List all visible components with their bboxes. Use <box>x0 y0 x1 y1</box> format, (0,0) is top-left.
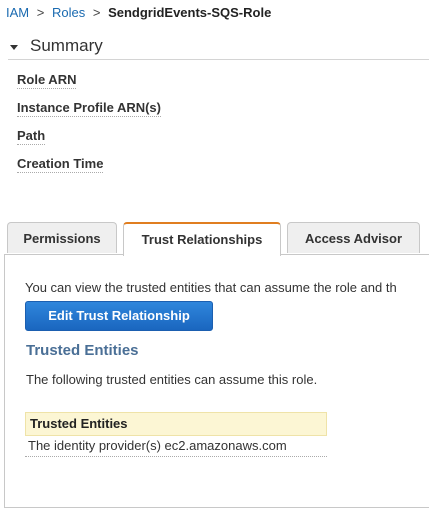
breadcrumb-separator: > <box>92 5 101 20</box>
instance-profile-arn-label: Instance Profile ARN(s) <box>17 100 161 117</box>
breadcrumb-current: SendgridEvents-SQS-Role <box>108 5 272 20</box>
breadcrumb: IAM > Roles > SendgridEvents-SQS-Role <box>6 5 271 20</box>
breadcrumb-link-iam[interactable]: IAM <box>6 5 29 20</box>
breadcrumb-link-roles[interactable]: Roles <box>52 5 85 20</box>
tab-permissions[interactable]: Permissions <box>7 222 117 253</box>
tab-trust-relationships[interactable]: Trust Relationships <box>123 222 281 256</box>
table-header: Trusted Entities <box>25 412 327 436</box>
collapse-triangle-icon <box>10 45 18 50</box>
edit-trust-relationship-button[interactable]: Edit Trust Relationship <box>25 301 213 331</box>
trust-description: You can view the trusted entities that c… <box>25 280 397 295</box>
tab-access-advisor[interactable]: Access Advisor <box>287 222 420 253</box>
summary-title: Summary <box>30 36 103 55</box>
role-arn-label: Role ARN <box>17 72 77 89</box>
summary-section-toggle[interactable]: Summary <box>8 36 429 60</box>
creation-time-label: Creation Time <box>17 156 104 173</box>
table-row: The identity provider(s) ec2.amazonaws.c… <box>25 436 327 457</box>
trusted-entities-table: Trusted Entities The identity provider(s… <box>25 412 327 457</box>
breadcrumb-separator: > <box>36 5 45 20</box>
path-label: Path <box>17 128 46 145</box>
trusted-entities-heading: Trusted Entities <box>26 342 139 359</box>
trusted-entities-description: The following trusted entities can assum… <box>26 372 318 387</box>
